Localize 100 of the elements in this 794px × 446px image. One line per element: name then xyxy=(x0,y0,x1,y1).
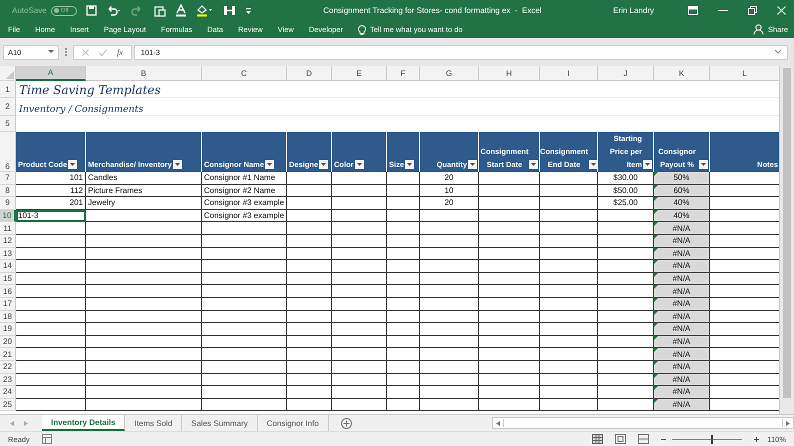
table-cell[interactable] xyxy=(479,210,540,222)
table-cell[interactable] xyxy=(202,336,287,348)
filter-dropdown-icon[interactable] xyxy=(172,160,182,169)
table-cell[interactable] xyxy=(202,222,287,235)
restore-icon[interactable] xyxy=(748,6,757,15)
table-cell[interactable] xyxy=(202,248,287,260)
table-cell[interactable] xyxy=(16,310,86,324)
row-header[interactable]: 6 xyxy=(0,132,16,172)
table-cell[interactable] xyxy=(387,386,420,399)
table-cell[interactable] xyxy=(86,374,202,386)
table-cell[interactable]: Picture Frames xyxy=(86,184,202,198)
table-cell[interactable] xyxy=(287,197,332,210)
table-cell[interactable] xyxy=(332,234,387,248)
table-cell[interactable] xyxy=(479,398,540,412)
table-cell[interactable] xyxy=(332,336,387,348)
table-cell[interactable] xyxy=(332,360,387,374)
table-cell[interactable] xyxy=(332,386,387,399)
row-header[interactable]: 8 xyxy=(0,184,16,198)
table-cell[interactable] xyxy=(387,285,420,298)
table-cell[interactable] xyxy=(540,298,598,311)
row-header[interactable]: 1 xyxy=(0,81,16,98)
table-cell[interactable] xyxy=(540,310,598,324)
filter-dropdown-icon[interactable] xyxy=(68,160,78,169)
table-cell[interactable] xyxy=(540,348,598,361)
table-cell[interactable] xyxy=(479,234,540,248)
table-cell[interactable] xyxy=(540,336,598,348)
table-cell[interactable] xyxy=(16,285,86,298)
table-cell[interactable] xyxy=(332,348,387,361)
table-cell[interactable] xyxy=(540,210,598,222)
table-cell[interactable] xyxy=(387,197,420,210)
table-cell[interactable] xyxy=(86,360,202,374)
table-cell[interactable] xyxy=(202,260,287,273)
table-cell[interactable] xyxy=(387,398,420,412)
row-header[interactable]: 10 xyxy=(0,210,16,222)
fill-color-icon[interactable] xyxy=(196,4,214,17)
table-cell[interactable] xyxy=(540,260,598,273)
table-cell[interactable] xyxy=(287,248,332,260)
table-cell[interactable] xyxy=(202,298,287,311)
table-cell[interactable] xyxy=(16,272,86,286)
undo-icon[interactable] xyxy=(106,5,122,16)
table-cell[interactable] xyxy=(202,323,287,336)
table-cell[interactable] xyxy=(540,172,598,185)
row-header[interactable]: 12 xyxy=(0,234,16,248)
table-cell[interactable] xyxy=(420,234,479,248)
zoom-slider-thumb[interactable] xyxy=(710,434,713,444)
table-cell[interactable] xyxy=(332,172,387,185)
table-cell[interactable] xyxy=(287,336,332,348)
table-cell[interactable] xyxy=(86,260,202,273)
row-header[interactable]: 5 xyxy=(0,116,16,132)
table-cell[interactable] xyxy=(332,210,387,222)
table-cell[interactable]: 112 xyxy=(16,184,86,198)
table-cell[interactable] xyxy=(86,386,202,399)
table-cell[interactable]: #N/A xyxy=(654,260,710,273)
table-cell[interactable] xyxy=(16,374,86,386)
table-cell[interactable] xyxy=(387,336,420,348)
page-break-view-icon[interactable] xyxy=(638,434,650,444)
table-cell[interactable] xyxy=(420,285,479,298)
table-cell[interactable] xyxy=(332,184,387,198)
column-header[interactable]: K xyxy=(654,66,710,81)
row-header[interactable]: 11 xyxy=(0,222,16,235)
table-cell[interactable] xyxy=(287,234,332,248)
filter-dropdown-icon[interactable] xyxy=(643,160,652,169)
table-cell[interactable] xyxy=(86,234,202,248)
table-cell[interactable] xyxy=(86,248,202,260)
table-cell[interactable] xyxy=(16,222,86,235)
table-cell[interactable]: #N/A xyxy=(654,386,710,399)
insert-function-button[interactable]: fx xyxy=(117,48,123,56)
table-cell[interactable] xyxy=(540,285,598,298)
table-cell[interactable] xyxy=(420,298,479,311)
row-header[interactable]: 19 xyxy=(0,323,16,336)
filter-dropdown-icon[interactable] xyxy=(588,160,597,169)
dropdown-icon[interactable] xyxy=(48,50,54,54)
table-cell[interactable] xyxy=(202,398,287,412)
close-icon[interactable] xyxy=(777,6,786,15)
table-cell[interactable] xyxy=(332,323,387,336)
table-cell[interactable]: #N/A xyxy=(654,310,710,324)
column-header[interactable]: C xyxy=(202,66,287,81)
table-cell[interactable] xyxy=(86,323,202,336)
column-header[interactable]: F xyxy=(387,66,420,81)
table-cell[interactable]: #N/A xyxy=(654,234,710,248)
table-cell[interactable]: #N/A xyxy=(654,374,710,386)
table-cell[interactable]: Candles xyxy=(86,172,202,185)
table-cell[interactable] xyxy=(387,348,420,361)
table-cell[interactable] xyxy=(202,310,287,324)
table-cell[interactable] xyxy=(387,323,420,336)
table-cell[interactable]: Consignor #2 Name xyxy=(202,184,287,198)
table-cell[interactable]: 20 xyxy=(420,172,479,185)
filter-dropdown-icon[interactable] xyxy=(405,160,414,169)
table-cell[interactable] xyxy=(287,184,332,198)
column-header[interactable]: B xyxy=(86,66,202,81)
page-layout-view-icon[interactable] xyxy=(615,434,626,444)
table-cell[interactable] xyxy=(420,374,479,386)
table-cell[interactable] xyxy=(332,298,387,311)
table-cell[interactable]: 50% xyxy=(654,172,710,185)
table-cell[interactable] xyxy=(16,298,86,311)
table-cell[interactable] xyxy=(479,348,540,361)
table-cell[interactable] xyxy=(16,260,86,273)
table-cell[interactable] xyxy=(387,184,420,198)
table-cell[interactable]: #N/A xyxy=(654,222,710,235)
table-cell[interactable] xyxy=(479,248,540,260)
